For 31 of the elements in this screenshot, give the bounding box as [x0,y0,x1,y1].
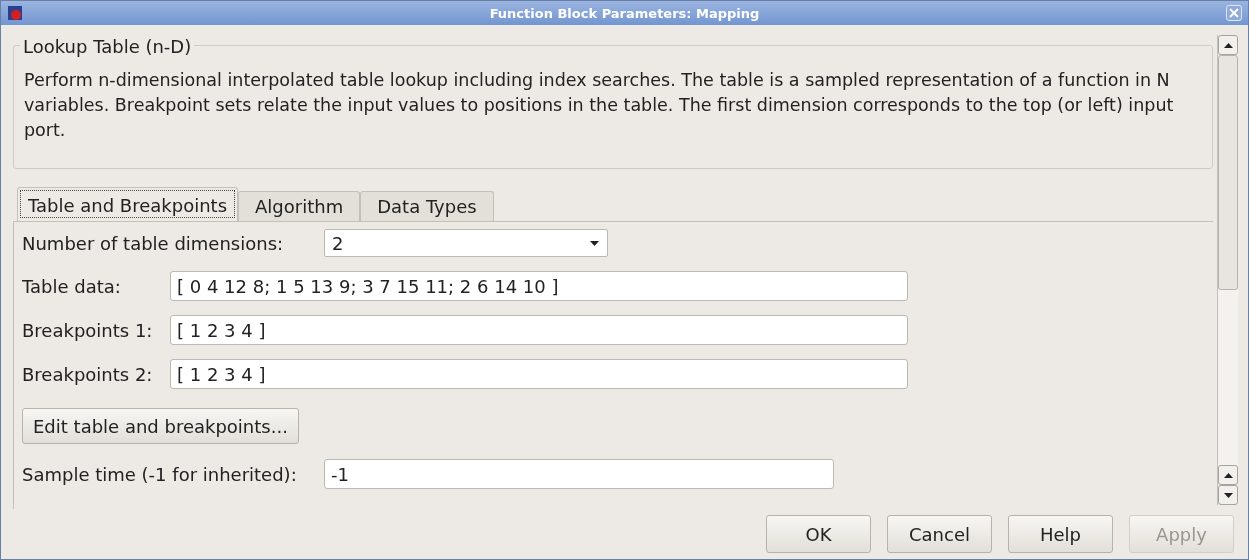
up-arrow-icon [1223,472,1233,478]
field-label: Number of table dimensions: [22,232,285,254]
down-arrow-icon [1223,492,1233,498]
tab[interactable]: Table and Breakpoints [17,187,239,221]
scrollbar[interactable] [1217,35,1238,505]
edit-button[interactable]: Edit table and breakpoints... [22,408,299,444]
field-label: Breakpoints 2: [22,363,154,385]
scroll-up-button[interactable] [1218,465,1238,485]
field-label: Sample time (-1 for inherited): [22,463,298,485]
tab[interactable]: Data Types [360,191,494,221]
input-field[interactable]: [ 1 2 3 4 ] [170,315,908,345]
input-field[interactable]: -1 [324,459,834,489]
field-label: Breakpoints 1: [22,319,154,341]
scroll-down-button[interactable] [1218,485,1238,505]
description: Perform n-dimensional interpolated table lookup including index searches. The table is a sampled representation of a function in N variables. Breakpoint sets relate the input values to positions in the table. The first dimension corresponds to the top (or left) input port. [24,69,1175,142]
input-field[interactable]: [ 1 2 3 4 ] [170,359,908,389]
group-title: Lookup Table (n-D) [20,36,195,57]
dialog-button[interactable]: OK [766,515,871,553]
app-icon [7,5,23,21]
scroll-thumb[interactable] [1218,55,1238,290]
up-arrow-icon [1223,42,1233,48]
input-field[interactable]: [ 0 4 12 8; 1 5 13 9; 3 7 15 11; 2 6 14 10 ] [170,271,908,301]
dialog-button[interactable]: Help [1008,515,1113,553]
window-title: Function Block Parameters: Mapping [488,5,761,21]
field-label: Table data: [22,275,122,297]
dialog-button[interactable]: Cancel [887,515,992,553]
scroll-up-button[interactable] [1218,35,1238,55]
dropdown[interactable]: 2 [324,229,608,257]
close-icon [1229,8,1239,18]
tab[interactable]: Algorithm [238,191,361,221]
caret-icon [590,240,599,246]
